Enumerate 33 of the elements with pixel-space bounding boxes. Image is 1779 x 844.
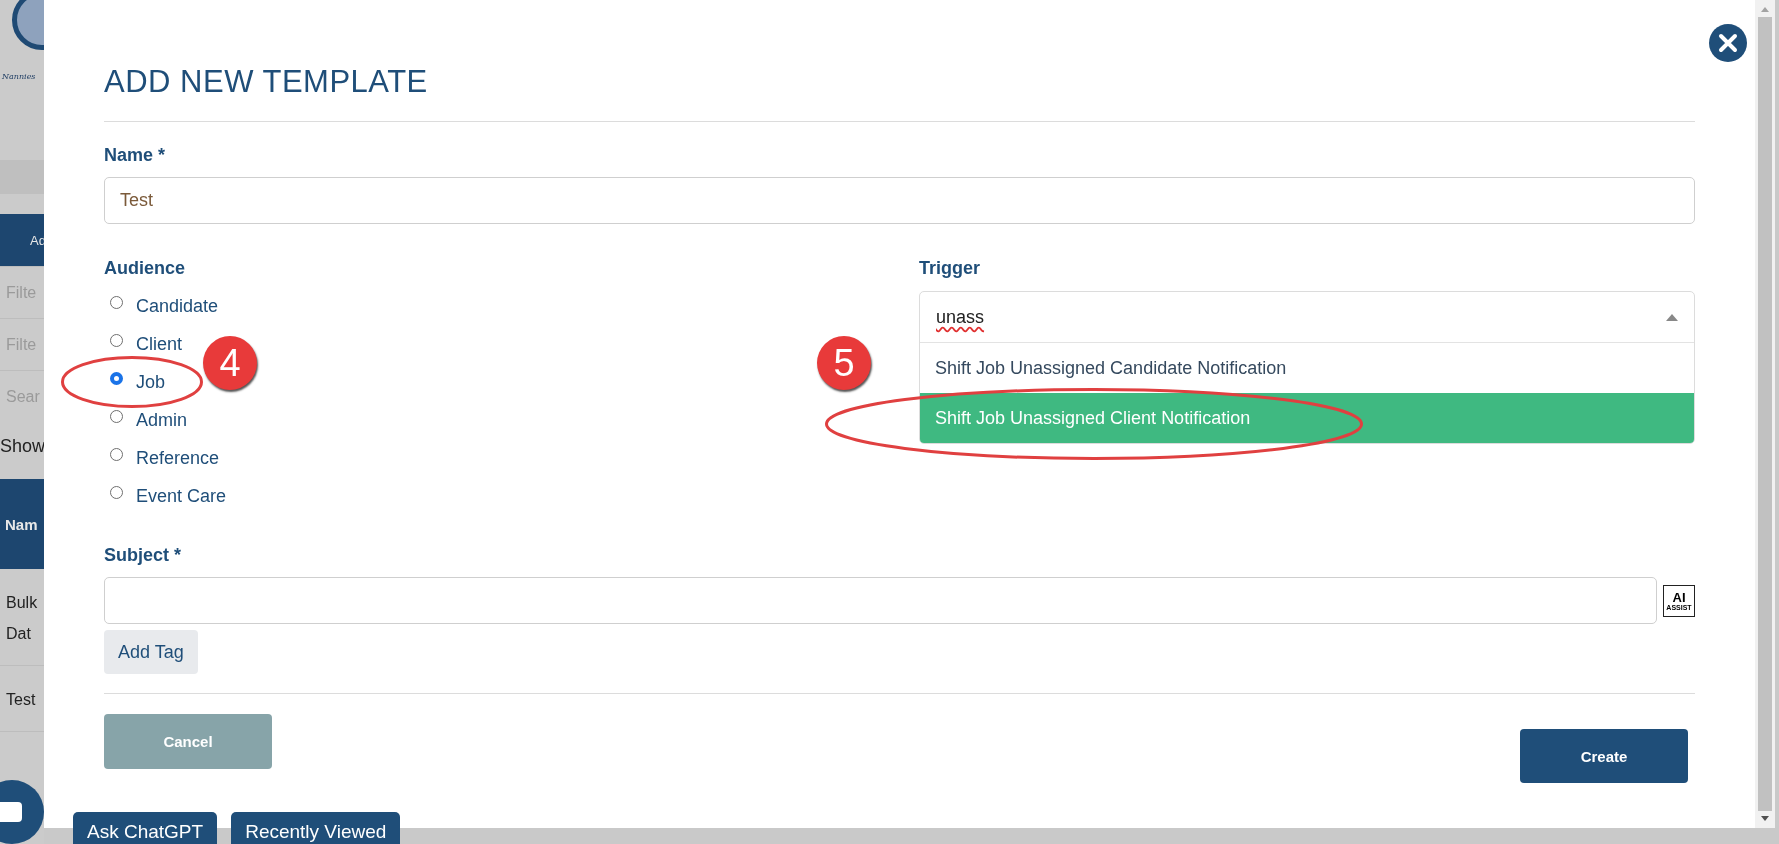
add-tag-button[interactable]: Add Tag — [104, 630, 198, 674]
option-label: Reference — [136, 447, 220, 469]
option-label: Candidate — [136, 295, 219, 317]
option-label: Client — [136, 333, 183, 355]
radio-button[interactable] — [110, 295, 123, 309]
field-label: Name * — [104, 144, 167, 166]
radio-button[interactable] — [110, 447, 123, 461]
radio-button[interactable] — [110, 485, 123, 499]
table-cell-text: Test — [6, 690, 37, 710]
logo-text: Nannies — [2, 72, 36, 81]
subject-field[interactable] — [104, 577, 1657, 624]
scrollbar[interactable] — [1755, 0, 1775, 828]
table-cell-text: Bulk — [6, 593, 39, 613]
create-button[interactable]: Create — [1520, 729, 1688, 783]
radio-button[interactable] — [110, 333, 123, 347]
option-label: Job — [136, 371, 166, 393]
field-label: Subject * — [104, 544, 183, 566]
table-header: Nam — [0, 479, 44, 569]
modal-title: ADD NEW TEMPLATE — [104, 63, 429, 101]
name-field[interactable]: Test — [104, 177, 1695, 224]
bottom-tab-button[interactable]: Recently Viewed — [231, 812, 401, 844]
option-label: Event Care — [136, 485, 227, 507]
radio-button[interactable] — [110, 371, 123, 385]
caret-icon — [1666, 313, 1678, 321]
trigger-input-text: unass — [936, 306, 985, 328]
radio-button[interactable] — [110, 409, 123, 423]
table-cell-text: Dat — [6, 624, 32, 644]
field-label: Audience — [104, 257, 187, 279]
bottom-tab-button[interactable]: Ask ChatGPT — [73, 812, 218, 844]
close-icon[interactable] — [1709, 24, 1747, 62]
field-label: Trigger — [919, 257, 981, 279]
trigger-dropdown[interactable]: unass Shift Job Unassigned Candidate Notification Shift Job Unassigned Client Notification — [919, 291, 1695, 444]
option-label: Admin — [136, 409, 188, 431]
